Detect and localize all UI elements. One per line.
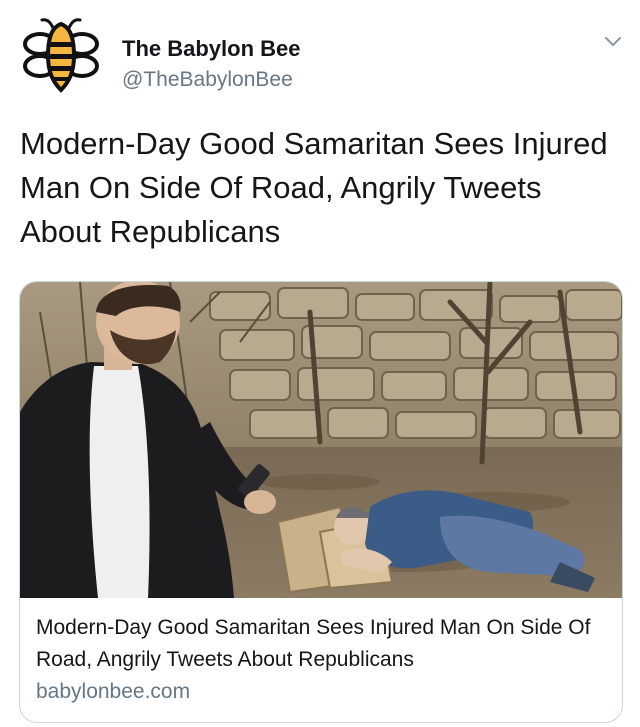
card-title[interactable]: Modern-Day Good Samaritan Sees Injured M… [36,612,606,676]
article-photo[interactable] [20,282,622,598]
tweet[interactable]: The Babylon Bee @TheBabylonBee Modern-Da… [0,0,640,727]
author-name[interactable]: The Babylon Bee [122,36,300,62]
chevron-down-icon[interactable] [602,30,624,52]
link-card[interactable]: Modern-Day Good Samaritan Sees Injured M… [19,281,623,723]
author-handle[interactable]: @TheBabylonBee [122,68,293,92]
tweet-text: Modern-Day Good Samaritan Sees Injured M… [20,126,608,249]
tweet-header: The Babylon Bee @TheBabylonBee [20,14,621,96]
bee-logo-icon[interactable] [20,14,102,96]
card-domain[interactable]: babylonbee.com [36,678,190,706]
